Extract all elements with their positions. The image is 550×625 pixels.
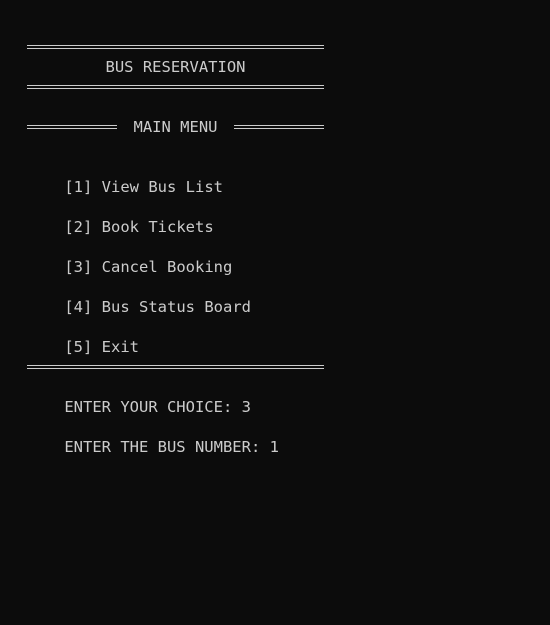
choice-input-value[interactable]: 3 <box>242 398 251 416</box>
menu-item-label: Cancel Booking <box>101 258 233 276</box>
choice-prompt-label: ENTER YOUR CHOICE: <box>64 398 233 416</box>
menu-item-key: [1] <box>64 178 93 196</box>
title-bottom-rule <box>27 85 324 89</box>
menu-item-label: View Bus List <box>101 178 223 196</box>
bus-number-input-value[interactable]: 1 <box>270 438 279 456</box>
menu-bottom-rule <box>27 365 324 369</box>
menu-item-key: [5] <box>64 338 93 356</box>
bus-number-prompt: ENTER THE BUS NUMBER: 1 <box>27 417 279 477</box>
menu-item-key: [2] <box>64 218 93 236</box>
menu-item-key: [4] <box>64 298 93 316</box>
menu-heading-right-rule <box>234 125 324 129</box>
bus-number-prompt-label: ENTER THE BUS NUMBER: <box>64 438 261 456</box>
menu-item-label: Exit <box>101 338 139 356</box>
console-window[interactable]: BUS RESERVATION MAIN MENU [1] View Bus L… <box>0 0 550 625</box>
menu-item-label: Book Tickets <box>101 218 214 236</box>
menu-item-label: Bus Status Board <box>101 298 251 316</box>
menu-item-key: [3] <box>64 258 93 276</box>
page-title: BUS RESERVATION <box>105 58 246 76</box>
title-top-rule <box>27 45 324 49</box>
